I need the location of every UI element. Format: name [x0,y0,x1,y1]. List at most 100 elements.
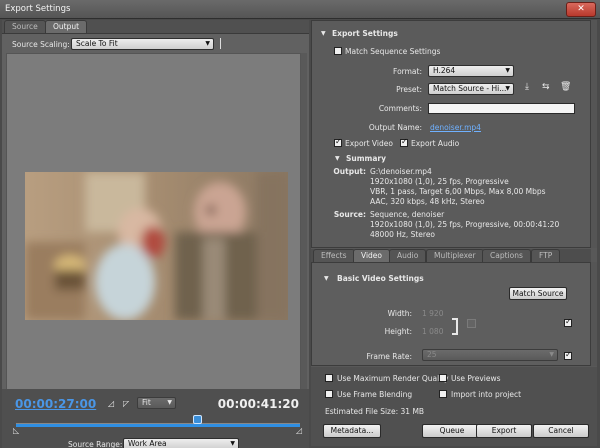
export-audio-checkbox[interactable] [400,137,408,147]
preset-label: Preset: [396,85,422,94]
close-icon: ✕ [577,4,585,14]
preview-scrollbar[interactable] [301,53,307,409]
height-label: Height: [384,327,412,336]
match-sequence-checkbox[interactable] [334,47,342,55]
export-button[interactable]: Export [476,424,532,438]
source-range-dropdown[interactable]: Work Area ▼ [123,438,239,448]
frame-rate-dropdown[interactable]: 25 ▼ [422,349,558,361]
preset-dropdown[interactable]: Match Source - Hi... ▼ [428,83,514,95]
frame-rate-label: Frame Rate: [366,352,412,361]
export-video-label: Export Video [345,139,393,148]
match-source-button[interactable]: Match Source [509,287,567,300]
tab-ftp[interactable]: FTP [531,249,561,262]
max-render-checkbox[interactable] [325,374,333,382]
import-preset-icon[interactable]: ⇆ [542,82,550,92]
summary-source-label: Source: [333,210,366,219]
range-start-icon[interactable]: ◺ [13,426,19,435]
comments-label: Comments: [378,104,422,113]
chevron-down-icon: ▼ [205,40,210,47]
summary-output-label: Output: [333,167,366,176]
mark-in-icon[interactable]: ◿ [108,399,114,408]
preview-pane: Source Output Source Scaling: Scale To F… [2,20,309,448]
tab-video[interactable]: Video [353,249,391,262]
preset-value: Match Source - Hi... [433,84,507,93]
collapse-icon[interactable]: ▼ [321,30,326,37]
window-title: Export Settings [5,4,71,14]
format-value: H.264 [433,66,456,75]
delete-preset-icon[interactable]: 🗑 [560,82,571,92]
output-name-link[interactable]: denoiser.mp4 [430,123,481,132]
max-render-label: Use Maximum Render Quality [337,374,449,383]
title-bar: Export Settings ✕ [0,0,600,19]
source-range-value: Work Area [128,439,167,448]
source-scaling-dropdown[interactable]: Scale To Fit ▼ [71,38,214,50]
aspect-link-icon [452,318,458,335]
cancel-button[interactable]: Cancel [533,424,589,438]
collapse-icon[interactable]: ▼ [324,275,329,282]
output-name-label: Output Name: [368,123,422,132]
current-timecode[interactable]: 00:00:27:00 [15,397,96,411]
video-preview [6,53,301,409]
summary-header: Summary [346,154,387,163]
tab-effects[interactable]: Effects [313,249,355,262]
previews-checkbox[interactable] [439,374,447,382]
frame-blending-label: Use Frame Blending [337,390,413,399]
video-frame-image [25,172,288,320]
save-preset-icon[interactable]: ⤓ [525,82,529,92]
settings-scrollbar[interactable] [591,20,597,248]
height-field[interactable]: 1 080 [422,327,443,336]
export-settings-panel: ▼ Export Settings Match Sequence Setting… [311,20,591,248]
summary-source-line: 1920x1080 (1,0), 25 fps, Progressive, 00… [370,220,560,229]
summary-source-line: 48000 Hz, Stereo [370,230,436,239]
estimated-file-size: Estimated File Size: 31 MB [325,407,425,416]
metadata-button[interactable]: Metadata... [323,424,381,438]
chevron-down-icon: ▼ [167,399,172,406]
mark-out-icon[interactable]: ◸ [123,399,129,408]
export-audio-label: Export Audio [411,139,460,148]
close-button[interactable]: ✕ [566,2,596,17]
work-area-bar[interactable] [16,424,300,427]
constrain-proportions-checkbox[interactable] [467,319,476,328]
basic-video-header: Basic Video Settings [337,274,424,283]
previews-label: Use Previews [451,374,501,383]
tab-audio[interactable]: Audio [389,249,427,262]
tab-multiplexer[interactable]: Multiplexer [426,249,484,262]
video-settings-panel: ▼ Basic Video Settings Match Source Widt… [311,262,591,366]
source-scaling-value: Scale To Fit [76,39,118,48]
tab-output[interactable]: Output [45,20,88,33]
export-settings-header: Export Settings [332,29,398,38]
format-label: Format: [393,67,422,76]
width-match-checkbox[interactable] [564,317,572,327]
width-label: Width: [387,309,412,318]
import-project-checkbox[interactable] [439,390,447,398]
collapse-icon[interactable]: ▼ [335,155,340,162]
range-end-icon[interactable]: ◿ [296,426,302,435]
chevron-down-icon: ▼ [549,351,554,358]
settings-pane: ▼ Export Settings Match Sequence Setting… [311,20,597,446]
comments-input[interactable] [428,103,575,114]
chevron-down-icon: ▼ [505,85,510,92]
export-video-checkbox[interactable] [334,137,342,147]
import-project-label: Import into project [451,390,522,399]
width-field[interactable]: 1 920 [422,309,443,318]
frame-rate-value: 25 [427,350,437,359]
time-ruler[interactable] [16,416,300,424]
zoom-value: Fit [142,398,151,407]
frame-rate-match-checkbox[interactable] [564,350,572,360]
summary-output-line: VBR, 1 pass, Target 6,00 Mbps, Max 8,00 … [370,187,546,196]
tab-captions[interactable]: Captions [482,249,531,262]
video-scrollbar[interactable] [591,262,597,366]
frame-blending-checkbox[interactable] [325,390,333,398]
chevron-down-icon: ▼ [230,440,235,447]
export-options: Use Maximum Render Quality Use Previews … [311,367,597,446]
source-range-label: Source Range: [68,440,123,448]
playhead-icon[interactable] [193,415,202,424]
summary-output-line: G:\denoiser.mp4 [370,167,432,176]
chevron-down-icon: ▼ [505,67,510,74]
video-frame [25,172,288,320]
output-panel: Source Scaling: Scale To Fit ▼ 00:00:27:… [2,33,309,448]
format-dropdown[interactable]: H.264 ▼ [428,65,514,77]
tab-source[interactable]: Source [4,20,46,33]
zoom-dropdown[interactable]: Fit ▼ [137,397,176,409]
queue-button[interactable]: Queue [422,424,482,438]
